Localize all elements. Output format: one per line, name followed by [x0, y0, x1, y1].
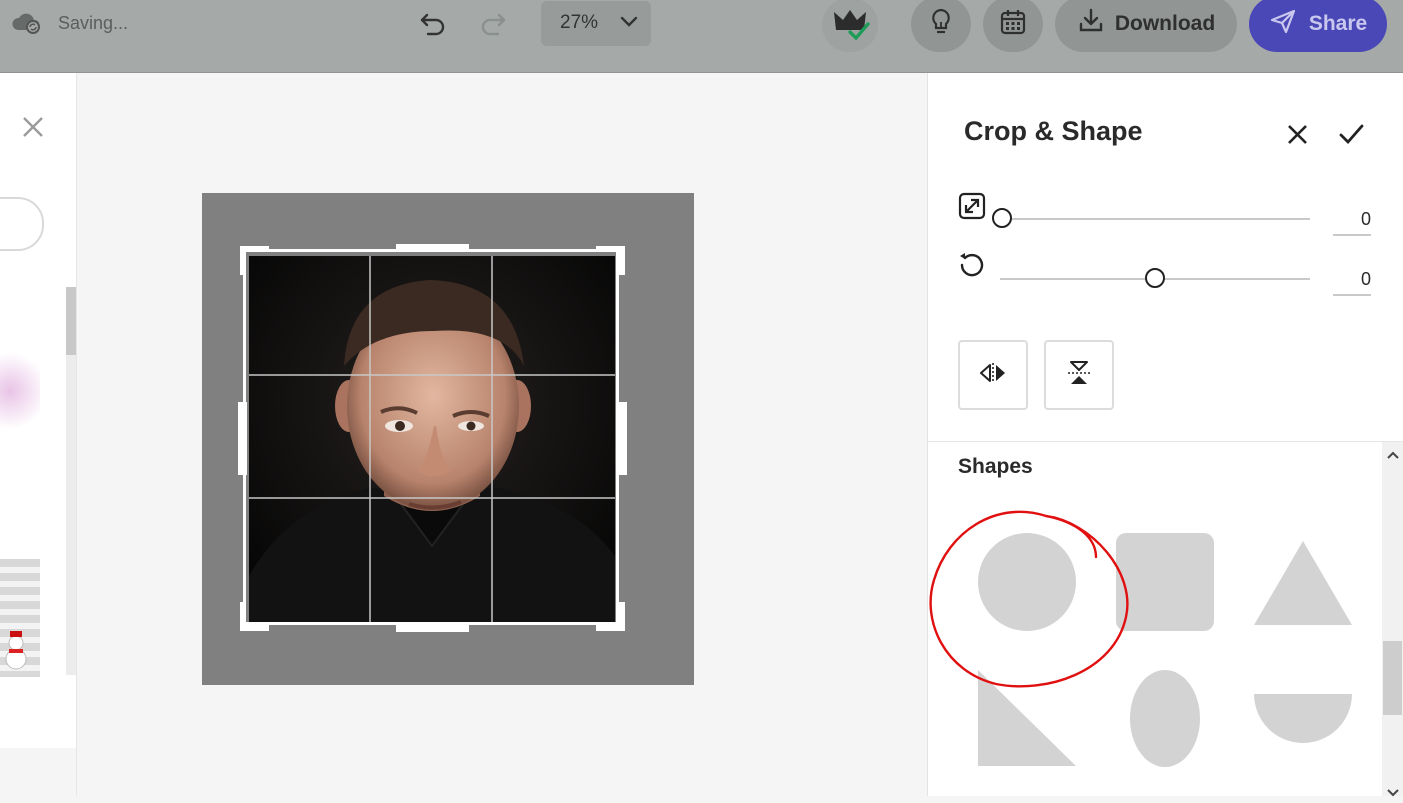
download-icon	[1077, 7, 1105, 41]
crop-handle-left[interactable]	[238, 402, 247, 475]
resize-icon	[958, 192, 986, 225]
zoom-level: 27%	[560, 12, 599, 33]
template-thumbnail-1[interactable]	[0, 351, 40, 471]
shapes-heading: Shapes	[958, 455, 1033, 478]
flip-vertical-button[interactable]	[1044, 340, 1114, 410]
zoom-slider-track[interactable]	[1000, 218, 1310, 220]
flip-vertical-icon	[1066, 359, 1092, 392]
chevron-down-icon[interactable]	[620, 15, 638, 33]
inspiration-button[interactable]	[911, 0, 971, 52]
snowman-icon	[4, 629, 28, 678]
crop-handle-bottom-left-v	[240, 602, 246, 631]
shapes-scroll-thumb[interactable]	[1383, 641, 1402, 715]
left-panel-footer	[0, 748, 76, 796]
crop-handle-bottom-right-v	[619, 602, 625, 631]
crop-frame[interactable]	[243, 249, 619, 625]
send-icon	[1269, 8, 1297, 40]
share-label: Share	[1308, 12, 1368, 35]
template-thumbnail-2[interactable]	[0, 559, 40, 677]
crop-handle-top[interactable]	[396, 244, 469, 252]
undo-icon[interactable]	[416, 8, 450, 40]
zoom-slider-knob[interactable]	[992, 208, 1012, 228]
close-icon[interactable]	[22, 116, 44, 143]
calendar-icon	[999, 8, 1027, 41]
cloud-sync-icon	[10, 10, 44, 41]
crop-handle-top-left-v	[240, 246, 246, 275]
download-button[interactable]: Download	[1055, 0, 1237, 52]
top-toolbar: Saving... 27% Download Share	[0, 0, 1403, 73]
left-panel-scroll-thumb[interactable]	[66, 287, 76, 355]
rotate-icon	[956, 251, 986, 284]
redo-icon[interactable]	[476, 8, 510, 40]
share-button[interactable]: Share	[1249, 0, 1387, 52]
red-annotation-circle	[926, 502, 1136, 699]
shape-half-circle[interactable]	[1254, 694, 1352, 748]
download-label: Download	[1114, 12, 1216, 35]
shapes-scrollbar[interactable]	[1382, 442, 1403, 796]
scroll-up-icon[interactable]	[1386, 447, 1400, 465]
crop-handle-top-right-v	[619, 246, 625, 275]
crop-handle-bottom[interactable]	[396, 624, 469, 632]
shape-triangle[interactable]	[1254, 541, 1352, 630]
flip-horizontal-button[interactable]	[958, 340, 1028, 410]
lightbulb-icon	[928, 7, 954, 42]
shape-ellipse[interactable]	[1130, 670, 1200, 772]
crop-handle-right[interactable]	[618, 402, 627, 475]
zoom-slider-value[interactable]: 0	[1333, 209, 1371, 236]
save-status: Saving...	[58, 13, 129, 33]
scroll-down-icon[interactable]	[1386, 785, 1400, 803]
panel-divider	[928, 441, 1403, 442]
schedule-button[interactable]	[983, 0, 1043, 52]
panel-title: Crop & Shape	[964, 116, 1143, 146]
rotate-slider-value[interactable]: 0	[1333, 269, 1371, 296]
close-icon[interactable]	[1287, 124, 1308, 150]
flip-horizontal-icon	[979, 361, 1007, 390]
premium-crown-button[interactable]	[822, 0, 878, 52]
checkmark-icon[interactable]	[1339, 122, 1364, 151]
rotate-slider-knob[interactable]	[1145, 268, 1165, 288]
